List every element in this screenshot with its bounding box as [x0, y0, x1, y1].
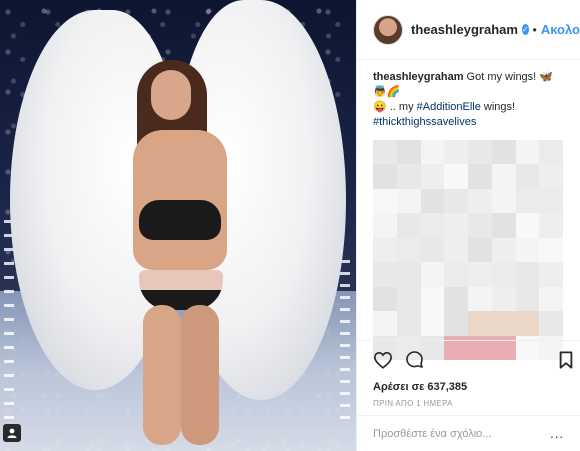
- post-sidebar: theashleygraham ✓ • Ακολουθήστε theashle…: [356, 0, 580, 451]
- blur-tile: [539, 286, 563, 312]
- avatar[interactable]: [373, 14, 403, 45]
- hashtag-additionelle[interactable]: #AdditionElle: [417, 101, 481, 113]
- blur-tile: [491, 311, 516, 336]
- header-username[interactable]: theashleygraham: [411, 22, 518, 37]
- blur-tile: [515, 286, 540, 312]
- blur-tile: [491, 188, 516, 214]
- blur-tile: [373, 140, 397, 165]
- caption-username[interactable]: theashleygraham: [373, 71, 463, 83]
- post-photo[interactable]: [0, 0, 356, 451]
- blur-tile: [396, 164, 421, 189]
- blur-tile: [491, 237, 516, 263]
- blur-tile: [539, 237, 563, 263]
- separator-dot: •: [532, 22, 537, 37]
- blur-tile: [373, 286, 397, 312]
- blur-tile: [373, 164, 397, 189]
- hashtag-thickthighssavelives[interactable]: #thickthighssavelives: [373, 116, 476, 128]
- blur-tile: [444, 140, 468, 165]
- blur-tile: [444, 164, 468, 189]
- bookmark-icon[interactable]: [558, 350, 574, 374]
- likes-count[interactable]: Αρέσει σε 637,385: [373, 381, 564, 393]
- blur-tile: [396, 188, 421, 214]
- blur-tile: [491, 262, 516, 287]
- blur-tile: [539, 262, 563, 287]
- photo-model-figure: [125, 60, 235, 450]
- verified-icon: ✓: [521, 24, 529, 35]
- blur-tile: [444, 188, 468, 214]
- post-actions: Αρέσει σε 637,385 ΠΡΙΝ ΑΠΟ 1 ΗΜΕΡΑ: [357, 340, 580, 408]
- blur-tile: [515, 262, 540, 287]
- blur-tile: [515, 164, 540, 189]
- blur-tile: [444, 213, 468, 238]
- blur-tile: [420, 164, 445, 189]
- blur-tile: [515, 237, 540, 263]
- blur-tile: [468, 188, 492, 214]
- blur-tile: [515, 140, 540, 165]
- user-tag-icon[interactable]: [3, 424, 21, 442]
- blur-tile: [468, 140, 492, 165]
- blur-tile: [515, 311, 540, 336]
- blur-tile: [444, 237, 468, 263]
- blur-tile: [539, 311, 563, 336]
- comment-icon[interactable]: [405, 350, 424, 374]
- blur-tile: [396, 311, 421, 336]
- blur-tile: [373, 188, 397, 214]
- blur-tile: [373, 237, 397, 263]
- post-header: theashleygraham ✓ • Ακολουθήστε: [357, 0, 580, 60]
- blur-tile: [491, 213, 516, 238]
- blur-tile: [373, 311, 397, 336]
- blur-tile: [420, 213, 445, 238]
- blur-tile: [396, 140, 421, 165]
- blur-tile: [539, 140, 563, 165]
- blur-tile: [396, 213, 421, 238]
- caption-text-3: wings!: [480, 101, 516, 113]
- blur-tile: [491, 164, 516, 189]
- comment-box: ...: [357, 415, 580, 451]
- blur-tile: [420, 262, 445, 287]
- blur-tile: [373, 262, 397, 287]
- caption-text-2: 😛 .. my: [373, 101, 417, 113]
- blur-tile: [420, 237, 445, 263]
- blurred-comments: [373, 140, 563, 360]
- comment-input[interactable]: [373, 427, 551, 440]
- photo-runway-lights-right: [340, 260, 350, 420]
- heart-icon[interactable]: [373, 351, 393, 374]
- blur-tile: [420, 311, 445, 336]
- blur-tile: [468, 237, 492, 263]
- blur-tile: [515, 213, 540, 238]
- post-timestamp[interactable]: ΠΡΙΝ ΑΠΟ 1 ΗΜΕΡΑ: [373, 399, 564, 408]
- blur-tile: [515, 188, 540, 214]
- blur-tile: [373, 213, 397, 238]
- blur-tile: [420, 140, 445, 165]
- blur-tile: [468, 164, 492, 189]
- blur-tile: [396, 237, 421, 263]
- blur-tile: [539, 188, 563, 214]
- instagram-post: theashleygraham ✓ • Ακολουθήστε theashle…: [0, 0, 580, 451]
- blur-tile: [444, 286, 468, 312]
- blur-tile: [468, 213, 492, 238]
- blur-tile: [491, 286, 516, 312]
- blur-tile: [468, 262, 492, 287]
- blur-tile: [468, 311, 492, 336]
- blur-tile: [444, 311, 468, 336]
- blur-tile: [420, 188, 445, 214]
- more-options-icon[interactable]: ...: [550, 426, 564, 441]
- blur-tile: [444, 262, 468, 287]
- blur-tile: [396, 262, 421, 287]
- blur-tile: [420, 286, 445, 312]
- blur-tile: [468, 286, 492, 312]
- blur-tile: [396, 286, 421, 312]
- follow-button[interactable]: Ακολουθήστε: [541, 22, 580, 37]
- post-caption: theashleygraham Got my wings! 🦋👼🌈 😛 .. m…: [357, 60, 580, 130]
- blur-tile: [539, 164, 563, 189]
- blur-tile: [539, 213, 563, 238]
- blur-tile: [491, 140, 516, 165]
